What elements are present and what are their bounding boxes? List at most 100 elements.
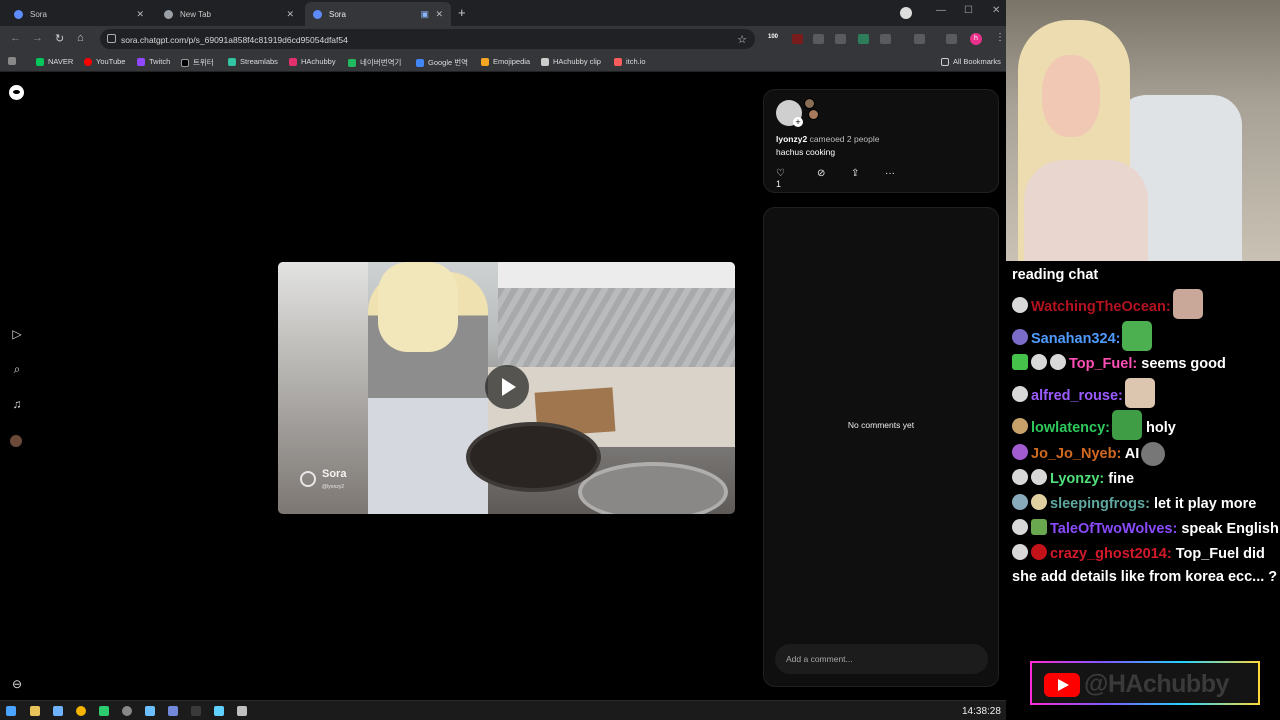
steam-icon[interactable] — [191, 706, 201, 716]
profile-avatar-icon[interactable] — [10, 435, 22, 447]
bookmark-itchio[interactable]: itch.io — [614, 57, 646, 66]
comment-input[interactable]: Add a comment... — [775, 644, 988, 674]
back-button[interactable]: ← — [10, 32, 21, 44]
chat-message: alfred_rouse: — [1012, 378, 1280, 408]
sora-favicon-icon — [14, 9, 23, 19]
webcam-feed — [1006, 0, 1280, 261]
play-button[interactable] — [485, 365, 529, 409]
downloads-icon[interactable] — [946, 34, 957, 44]
cameo-text[interactable]: cameoed 2 people — [810, 134, 880, 144]
notifications-bell-icon[interactable]: ♫ — [10, 397, 24, 411]
post-username[interactable]: lyonzy2 — [776, 134, 807, 144]
screen: Sora ✕ New Tab ✕ Sora ▣ ✕ + — ☐ ✕ ← → ↻ — [0, 0, 1280, 720]
bookmark-google-translate[interactable]: Google 번역 — [416, 57, 468, 68]
app-icon[interactable] — [99, 706, 109, 716]
bookmark-star-icon[interactable]: ☆ — [737, 33, 747, 46]
chat-list: reading chat WatchingTheOcean: Sanahan32… — [1012, 264, 1280, 591]
edge-icon[interactable] — [145, 706, 155, 716]
app-icon[interactable] — [53, 706, 63, 716]
webcam-face — [1042, 55, 1100, 137]
pepe-emote-icon — [1111, 410, 1142, 440]
tab-audio-icon: ▣ — [420, 8, 429, 19]
share-icon[interactable]: ⇪ — [851, 168, 859, 179]
bookmark-hachubby-clip[interactable]: HAchubby clip — [541, 57, 601, 66]
video-player[interactable]: Sora @lyonzy2 — [278, 262, 735, 514]
close-window-button[interactable]: ✕ — [992, 5, 1000, 16]
chat-badge-icon — [1012, 519, 1028, 535]
bookmark-emojipedia[interactable]: Emojipedia — [481, 57, 530, 66]
no-comments-text: No comments yet — [847, 420, 915, 430]
close-tab-icon[interactable]: ✕ — [435, 9, 443, 20]
bookmark-youtube[interactable]: YouTube — [84, 57, 125, 66]
profile-avatar[interactable]: h — [970, 33, 982, 45]
file-explorer-icon[interactable] — [30, 706, 40, 716]
video-watermark-user: @lyonzy2 — [322, 484, 345, 490]
tab-sora-1[interactable]: Sora ✕ — [6, 2, 152, 26]
browser-toolbar: ← → ↻ ⌂ sora.chatgpt.com/p/s_69091a858f4… — [0, 26, 1006, 52]
start-button-icon[interactable] — [6, 706, 16, 716]
windows-taskbar: 14:38:28 — [0, 700, 1006, 720]
extension-icon[interactable] — [858, 34, 869, 44]
extension-icon[interactable] — [792, 34, 803, 44]
video-frame-pan — [466, 422, 601, 492]
extension-icon[interactable] — [835, 34, 846, 44]
app-icon[interactable] — [214, 706, 224, 716]
chat-badge-icon — [1012, 544, 1028, 560]
chat-badge-icon — [1012, 297, 1028, 313]
maximize-button[interactable]: ☐ — [964, 5, 973, 16]
all-bookmarks-button[interactable]: All Bookmarks — [941, 57, 1001, 66]
stream-overlay: reading chat WatchingTheOcean: Sanahan32… — [1006, 0, 1280, 720]
minimize-button[interactable]: — — [936, 5, 946, 16]
follow-plus-icon[interactable]: + — [793, 117, 803, 127]
bookmark-twitter[interactable]: 트위터 — [181, 57, 214, 68]
cameo-avatar[interactable] — [808, 109, 819, 120]
skull-badge-icon — [1050, 354, 1066, 370]
reading-list-icon[interactable] — [914, 34, 925, 44]
apps-grid-icon[interactable] — [8, 57, 16, 65]
reload-button[interactable]: ↻ — [55, 32, 64, 45]
home-button[interactable]: ⌂ — [77, 32, 84, 44]
bookmark-naver-translate[interactable]: 네이버번역기 — [348, 57, 401, 68]
extension-badge[interactable]: 100 — [768, 34, 778, 40]
video-frame-hair — [378, 262, 458, 352]
pepe-emote-icon — [1122, 321, 1153, 351]
close-tab-icon[interactable]: ✕ — [136, 9, 144, 20]
more-options-icon[interactable]: ··· — [885, 168, 895, 179]
ai-sparkle-icon[interactable] — [900, 7, 912, 19]
sora-logo-icon[interactable] — [9, 85, 24, 100]
close-tab-icon[interactable]: ✕ — [286, 9, 294, 20]
app-icon[interactable] — [122, 706, 132, 716]
cameo-avatar[interactable] — [804, 98, 815, 109]
play-feed-icon[interactable]: ▷ — [10, 327, 24, 341]
app-icon[interactable] — [237, 706, 247, 716]
chrome-favicon-icon — [164, 9, 173, 19]
search-icon[interactable]: ⌕ — [10, 362, 24, 376]
sora-watermark-icon — [300, 471, 316, 487]
remix-icon[interactable]: ⊘ — [817, 168, 825, 179]
chat-badge-icon — [1012, 469, 1028, 485]
skull-badge-icon — [1012, 386, 1028, 402]
settings-icon[interactable]: ⊖ — [10, 677, 24, 691]
address-bar[interactable]: sora.chatgpt.com/p/s_69091a858f4c81919d6… — [100, 29, 755, 49]
discord-icon[interactable] — [168, 706, 178, 716]
youtube-logo-icon — [1044, 673, 1080, 697]
chat-message: WatchingTheOcean: — [1012, 289, 1280, 319]
bookmark-hachubby[interactable]: HAchubby — [289, 57, 336, 66]
chrome-icon[interactable] — [76, 706, 86, 716]
bookmark-naver[interactable]: NAVER — [36, 57, 73, 66]
comments-panel: No comments yet Add a comment... — [763, 207, 999, 687]
tab-label: Sora — [30, 9, 47, 19]
new-tab-button[interactable]: + — [458, 5, 466, 20]
chat-badge-icon — [1031, 519, 1047, 535]
extension-icon[interactable] — [813, 34, 824, 44]
browser-menu-icon[interactable]: ⋮ — [995, 32, 1005, 43]
bookmark-streamlabs[interactable]: Streamlabs — [228, 57, 278, 66]
tab-new-tab[interactable]: New Tab ✕ — [156, 2, 302, 26]
tab-sora-active[interactable]: Sora ▣ ✕ — [305, 2, 451, 26]
extensions-puzzle-icon[interactable] — [880, 34, 891, 44]
forward-button[interactable]: → — [32, 32, 43, 44]
site-info-icon[interactable] — [107, 34, 116, 43]
bookmark-twitch[interactable]: Twitch — [137, 57, 170, 66]
like-button[interactable]: ♡ 1 — [776, 168, 785, 190]
chat-header: reading chat — [1012, 267, 1099, 283]
